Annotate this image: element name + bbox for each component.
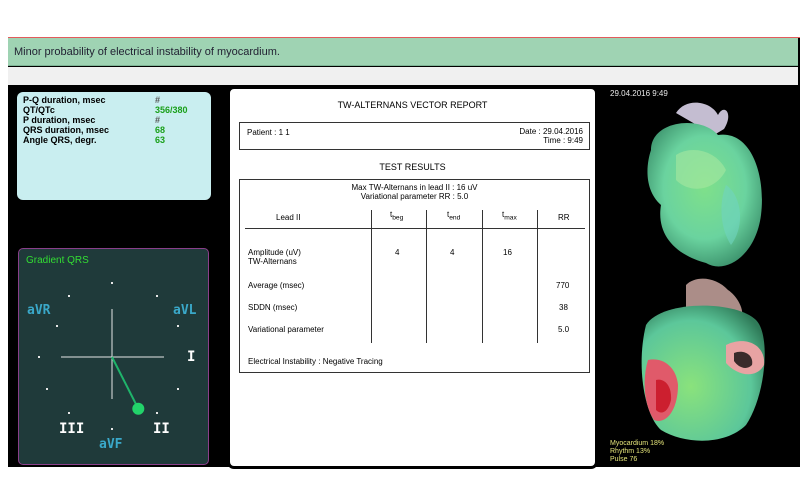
- gradient-title: Gradient QRS: [26, 255, 89, 266]
- param-row: Angle QRS, degr. 63: [23, 135, 205, 145]
- lead-avl-label: aVL: [173, 303, 197, 318]
- column-divider: [537, 210, 538, 343]
- patient-label: Patient : 1 1: [247, 128, 290, 137]
- qrs-vector-line: [111, 356, 140, 410]
- column-divider: [426, 210, 427, 343]
- param-value: #: [155, 115, 161, 125]
- report-panel: TW-ALTERNANS VECTOR REPORT Patient : 1 1…: [227, 86, 598, 469]
- param-label: QRS duration, msec: [23, 125, 110, 135]
- heart-3d-panel: 29.04.2016 9:49 Myocardium 18% Rhythm 13…: [606, 85, 798, 467]
- header-tbeg: tbeg: [390, 210, 404, 222]
- param-value: 356/380: [155, 105, 188, 115]
- variational-rr: 5.0: [558, 325, 570, 334]
- lead-i-label: I: [187, 349, 196, 365]
- myocardium-stat: Myocardium 18%: [610, 440, 665, 447]
- tw-alternans-label: TW-Alternans: [248, 257, 297, 266]
- lead-iii-label: III: [59, 421, 85, 437]
- param-label: P-Q duration, msec: [23, 95, 106, 105]
- param-value: 63: [155, 135, 166, 145]
- sub-bar: [8, 67, 798, 85]
- status-banner: Minor probability of electrical instabil…: [8, 38, 798, 66]
- header-divider: [245, 228, 585, 229]
- amp-tmax: 16: [503, 248, 512, 257]
- header-lead: Lead II: [276, 213, 301, 222]
- sddn-label: SDDN (msec): [248, 303, 298, 312]
- param-label: QT/QTc: [23, 105, 55, 115]
- average-label: Average (msec): [248, 281, 305, 290]
- param-label: P duration, msec: [23, 115, 96, 125]
- results-title: TEST RESULTS: [379, 162, 446, 172]
- banner-message: Minor probability of electrical instabil…: [14, 46, 280, 58]
- report-date: Date : 29.04.2016: [519, 127, 583, 136]
- lead-avf-label: aVF: [99, 437, 123, 452]
- variational-label: Variational parameter: [248, 325, 324, 334]
- max-tw-alternans: Max TW-Alternans in lead II : 16 uV: [351, 183, 478, 192]
- amp-tend: 4: [450, 248, 455, 257]
- report-time: Time : 9:49: [543, 136, 583, 145]
- qrs-vector-endpoint: [132, 402, 145, 415]
- header-rr: RR: [558, 213, 570, 222]
- lead-ii-label: II: [153, 421, 170, 437]
- amp-tbeg: 4: [395, 248, 400, 257]
- parameters-panel: P-Q duration, msec # QT/QTc 356/380 P du…: [17, 92, 211, 200]
- column-divider: [482, 210, 483, 343]
- heart-stats: Myocardium 18% Rhythm 13% Pulse 76: [610, 440, 664, 464]
- date-time-block: Date : 29.04.2016 Time : 9:49: [519, 127, 583, 145]
- header-tmax: tmax: [502, 210, 517, 222]
- param-row: QT/QTc 356/380: [23, 105, 205, 115]
- param-row: P-Q duration, msec #: [23, 95, 205, 105]
- rhythm-stat: Rhythm 13%: [610, 448, 651, 455]
- amplitude-label: Amplitude (uV): [248, 248, 301, 257]
- variational-parameter-rr: Variational parameter RR : 5.0: [360, 192, 469, 201]
- electrical-instability: Electrical Instability : Negative Tracin…: [248, 357, 383, 366]
- column-divider: [371, 210, 372, 343]
- lead-avr-label: aVR: [27, 303, 51, 318]
- param-row: P duration, msec #: [23, 115, 205, 125]
- param-row: QRS duration, msec 68: [23, 125, 205, 135]
- param-value: 68: [155, 125, 166, 135]
- gradient-qrs-panel: Gradient QRS aVR aVL I III II aVF: [18, 248, 209, 465]
- heart-model-image: [641, 102, 765, 441]
- param-value: #: [155, 95, 161, 105]
- pulse-stat: Pulse 76: [610, 456, 638, 463]
- param-label: Angle QRS, degr.: [23, 135, 97, 145]
- average-rr: 770: [556, 281, 570, 290]
- patient-info-box: Patient : 1 1 Date : 29.04.2016 Time : 9…: [239, 122, 590, 150]
- report-title: TW-ALTERNANS VECTOR REPORT: [337, 100, 488, 110]
- tick-dots: [38, 282, 179, 430]
- vector-diagram: [38, 282, 179, 430]
- sddn-rr: 38: [559, 303, 568, 312]
- results-box: Max TW-Alternans in lead II : 16 uV Vari…: [239, 179, 590, 373]
- header-tend: tend: [447, 210, 461, 222]
